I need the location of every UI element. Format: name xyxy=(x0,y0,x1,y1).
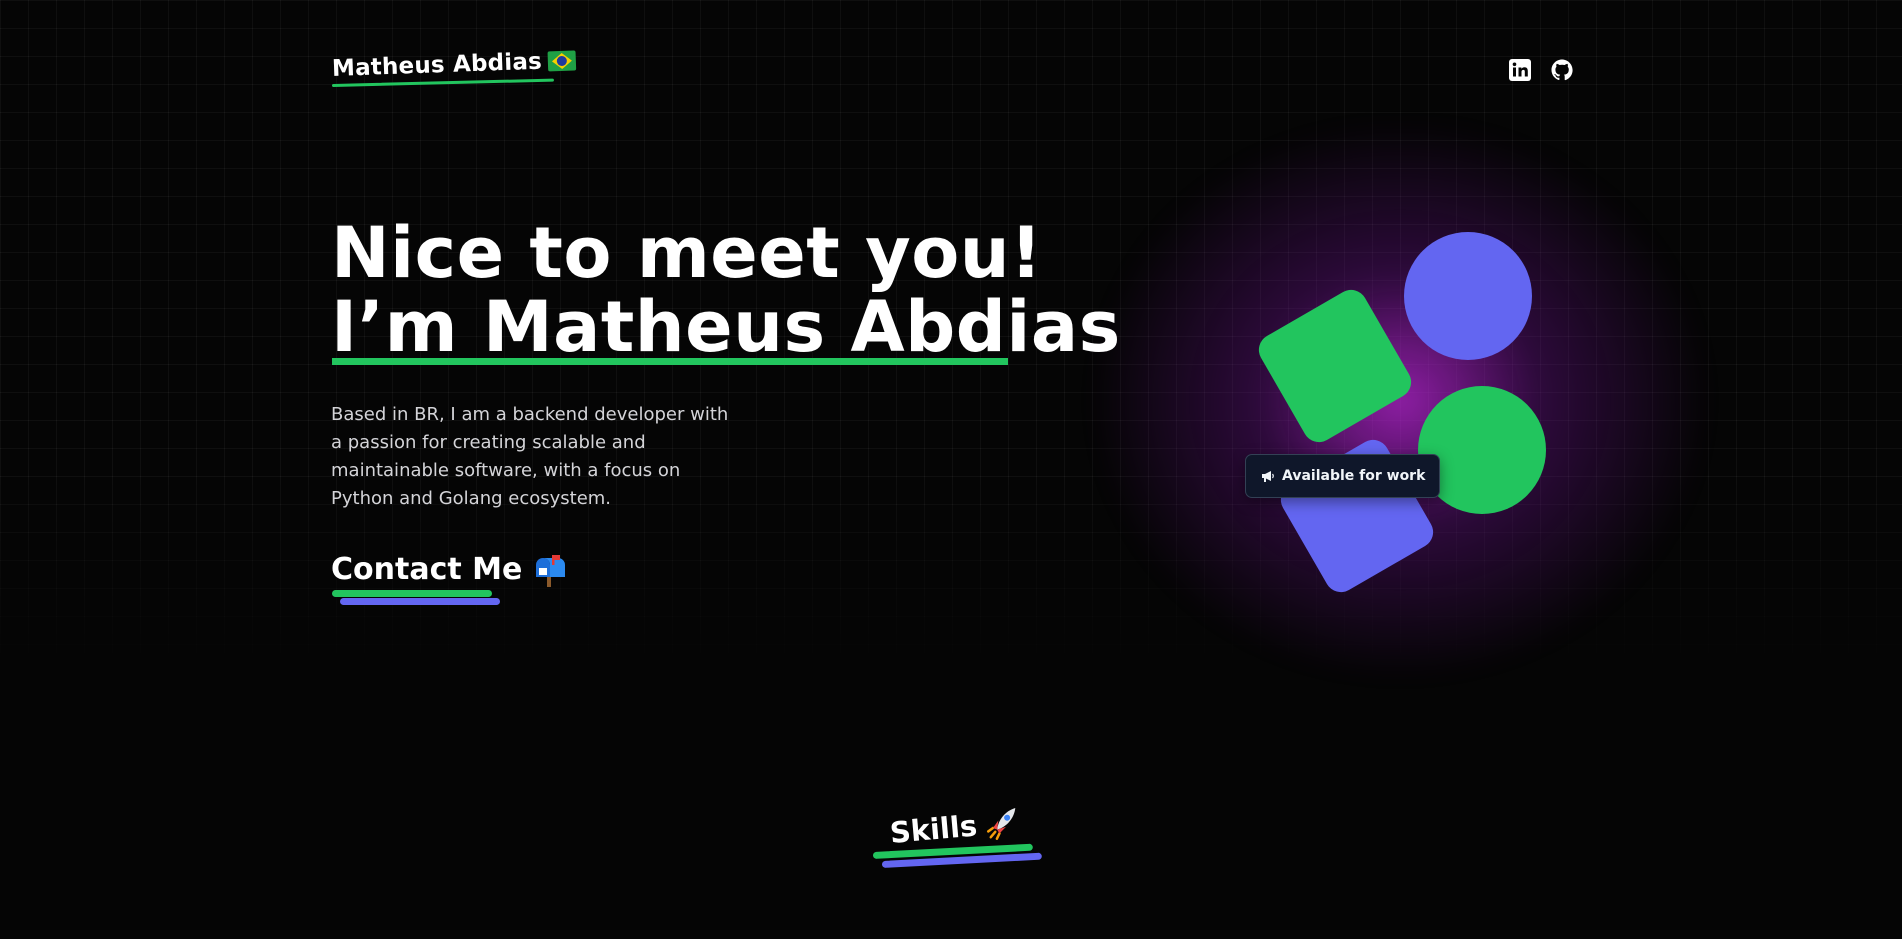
available-for-work-label: Available for work xyxy=(1282,468,1426,484)
skills-label: Skills xyxy=(888,808,979,850)
hero-title: Nice to meet you! I’m Matheus Abdias xyxy=(331,216,1121,364)
contact-me-link[interactable]: Contact Me xyxy=(331,552,568,587)
github-link[interactable] xyxy=(1550,58,1574,82)
brazil-flag-icon xyxy=(547,50,577,72)
hero-title-underline xyxy=(332,358,1008,365)
page: Matheus Abdias Nice to meet you! I’m Mat… xyxy=(0,0,1902,939)
skills-heading: Skills xyxy=(888,804,1022,851)
rocket-icon xyxy=(987,807,1016,840)
mailbox-icon xyxy=(536,554,566,587)
contact-me-label: Contact Me xyxy=(331,552,523,587)
hero-description: Based in BR, I am a backend developer wi… xyxy=(331,404,729,509)
contact-underline-purple xyxy=(340,598,500,605)
linkedin-link[interactable] xyxy=(1508,58,1532,82)
contact-underline-green xyxy=(332,590,492,597)
social-links xyxy=(1508,58,1574,82)
hero-title-line-2: I’m Matheus Abdias xyxy=(331,286,1121,368)
megaphone-icon xyxy=(1262,471,1274,482)
hero-title-line-1: Nice to meet you! xyxy=(331,212,1043,294)
available-for-work-badge: Available for work xyxy=(1245,454,1441,498)
magenta-glow xyxy=(1090,120,1710,680)
linkedin-icon xyxy=(1509,59,1531,81)
github-icon xyxy=(1551,59,1573,81)
